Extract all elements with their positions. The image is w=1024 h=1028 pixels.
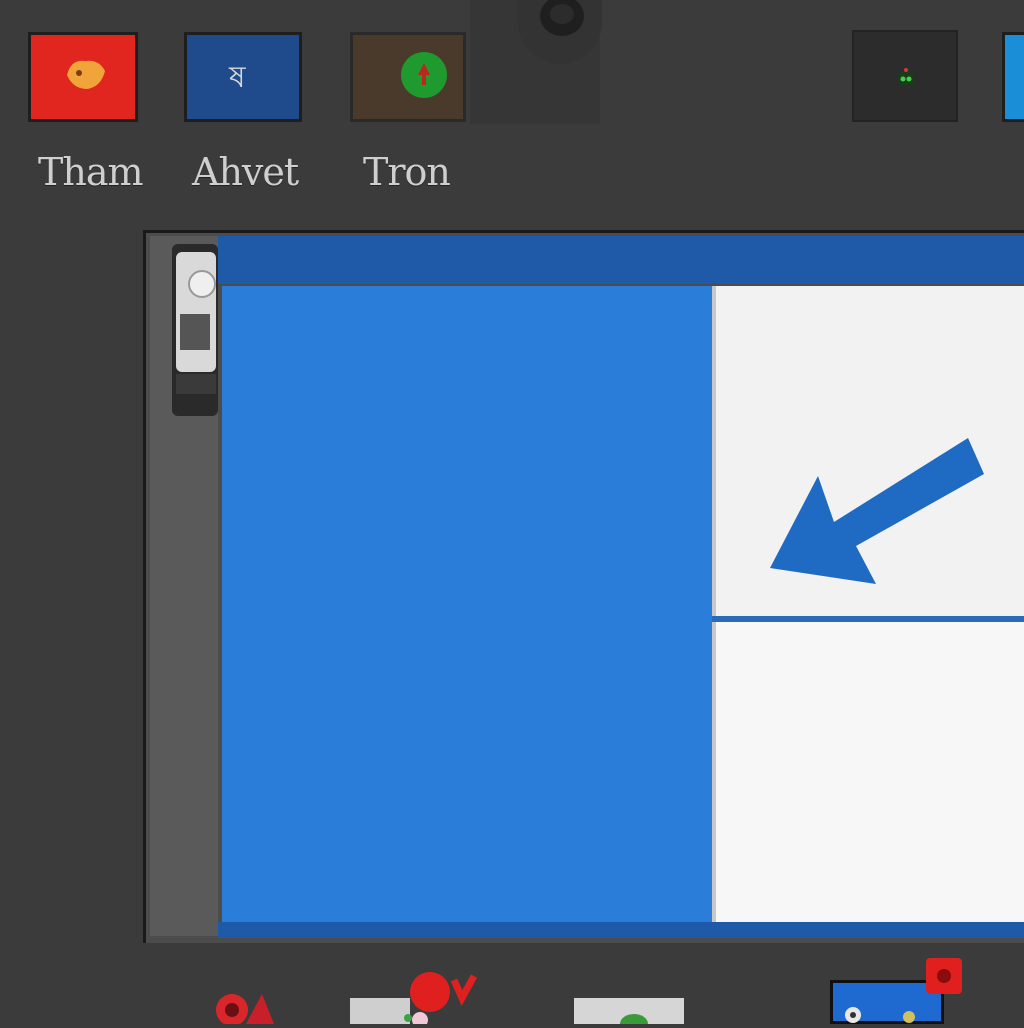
green-badge-icon: [401, 52, 447, 98]
dock-app-light-2[interactable]: [574, 998, 684, 1028]
small-robot-icon: [898, 68, 914, 86]
red-shapes-icon[interactable]: [212, 986, 280, 1024]
left-content-panel[interactable]: [222, 286, 712, 932]
fox-icon: [67, 60, 105, 89]
svg-text:ষ: ষ: [228, 60, 246, 95]
arrow-pointer-icon: [770, 438, 984, 584]
notification-badge: [926, 958, 962, 994]
app-tile-tron[interactable]: [350, 32, 466, 122]
right-top-panel[interactable]: [712, 286, 1024, 616]
leaf-icon: [620, 1014, 648, 1028]
script-glyph-icon: ষ: [228, 60, 246, 95]
camera-icon: [518, 0, 602, 64]
app-tile-ahvet[interactable]: ষ: [184, 32, 302, 122]
device-thumbnail[interactable]: [172, 244, 218, 416]
app-tile-tham[interactable]: [28, 32, 138, 122]
red-ball-icon[interactable]: [398, 970, 482, 1024]
right-bottom-panel[interactable]: [712, 622, 1024, 922]
window-titlebar[interactable]: [218, 236, 1024, 284]
app-label-ahvet: Ahvet: [192, 150, 299, 194]
app-label-tron: Tron: [363, 150, 451, 194]
app-label-tham: Tham: [38, 150, 144, 194]
app-tile-unnamed[interactable]: [852, 30, 958, 122]
app-tile-partial[interactable]: [1002, 32, 1024, 122]
window-bottom-edge: [218, 922, 1024, 938]
